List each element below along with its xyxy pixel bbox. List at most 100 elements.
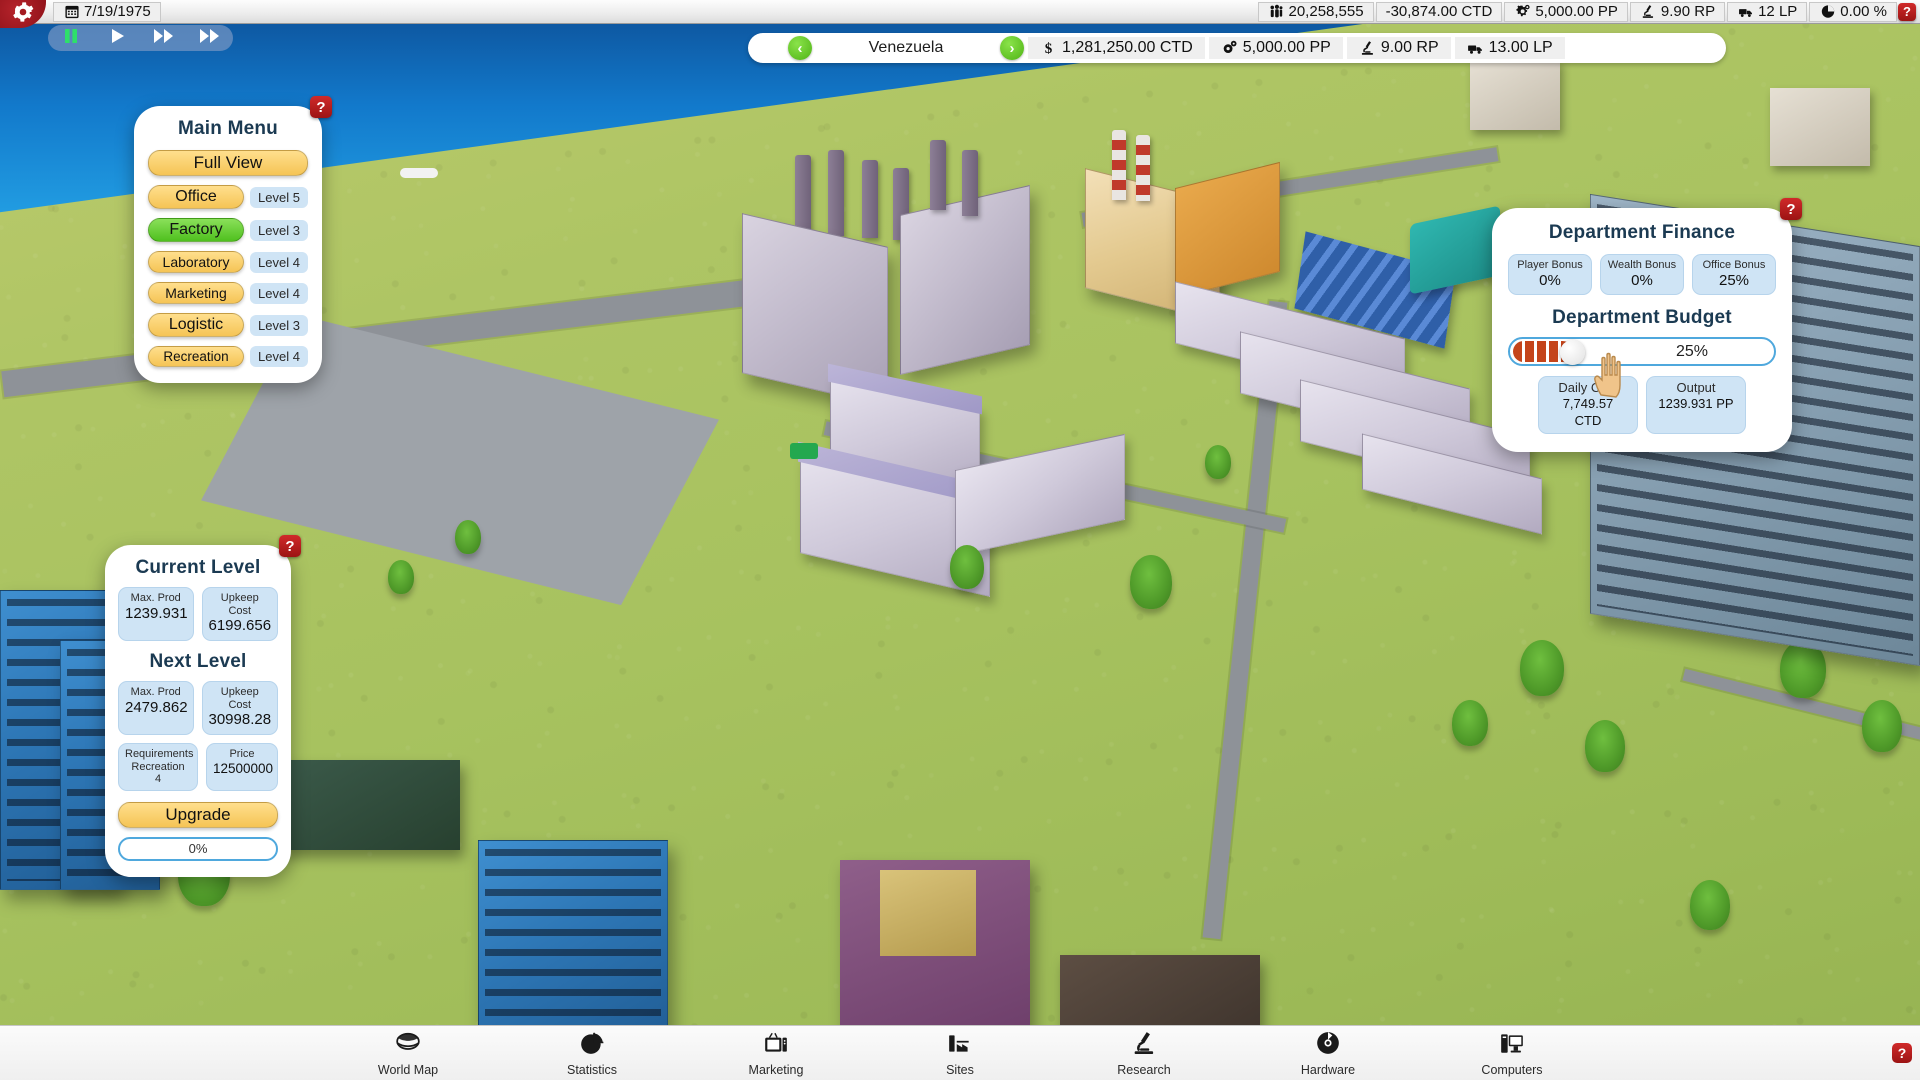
department-budget-title: Department Budget xyxy=(1552,307,1732,329)
topbar-help-button[interactable]: ? xyxy=(1898,2,1916,21)
tree xyxy=(1130,555,1172,609)
stat-current-max-prod: Max. Prod 1239.931 xyxy=(118,587,194,642)
stat-requirements: Requirements Recreation 4 xyxy=(118,743,198,791)
next-country-button[interactable]: › xyxy=(1000,36,1024,60)
microscope-icon xyxy=(1640,4,1657,20)
game-speed-controls xyxy=(48,25,233,51)
upgrade-button[interactable]: Upgrade xyxy=(118,801,278,828)
country-resource-bar: ‹ Venezuela › $ 1,281,250.00 CTD 5,000.0… xyxy=(748,33,1726,63)
play-icon xyxy=(108,27,126,50)
current-level-panel: ? Current Level Max. Prod 1239.931 Upkee… xyxy=(105,535,301,877)
department-button-office[interactable]: Office xyxy=(148,185,244,209)
game-screen: 7/19/1975 20,258,555 -30,874.00 CTD 5,00… xyxy=(0,0,1920,1080)
pie-icon xyxy=(1819,4,1836,20)
taskbar-item-marketing[interactable]: Marketing xyxy=(728,1030,824,1077)
country-lp: 13.00 LP xyxy=(1454,37,1565,59)
country-name: Venezuela xyxy=(868,39,944,56)
dollar-icon: $ xyxy=(1040,40,1057,56)
pp-value: 5,000.00 PP xyxy=(1535,3,1618,20)
stat-current-upkeep: Upkeep Cost 6199.656 xyxy=(201,587,278,642)
taskbar-help-button[interactable]: ? xyxy=(1892,1043,1912,1063)
ultra-fast-forward-icon xyxy=(199,27,221,50)
factory-chimney xyxy=(795,155,811,235)
bottom-taskbar: World Map Statistics Marketing Sites Res… xyxy=(0,1025,1920,1080)
stat-wealth-bonus: Wealth Bonus 0% xyxy=(1600,254,1684,296)
rp-value: 9.90 RP xyxy=(1660,3,1716,20)
fast-forward-button[interactable] xyxy=(147,27,181,49)
department-finance-help-button[interactable]: ? xyxy=(1780,198,1802,220)
department-budget-slider[interactable]: 25% xyxy=(1508,337,1776,367)
donut-sign xyxy=(880,870,976,956)
department-button-factory[interactable]: Factory xyxy=(148,218,244,242)
taskbar-item-computers[interactable]: Computers xyxy=(1464,1030,1560,1077)
department-finance-title: Department Finance xyxy=(1548,222,1736,243)
main-menu-title: Main Menu xyxy=(178,118,278,139)
stat-population: 20,258,555 xyxy=(1257,1,1374,22)
menu-row-factory: Factory Level 3 xyxy=(148,218,308,242)
country-cash: $ 1,281,250.00 CTD xyxy=(1028,37,1205,59)
stat-production-points: 5,000.00 PP xyxy=(1504,1,1628,22)
balance-value: -30,874.00 CTD xyxy=(1385,3,1493,20)
taskbar-item-hardware[interactable]: Hardware xyxy=(1280,1030,1376,1077)
taskbar-item-world-map[interactable]: World Map xyxy=(360,1030,456,1077)
tree xyxy=(1690,880,1730,930)
main-menu-help-button[interactable]: ? xyxy=(310,96,332,118)
play-button[interactable] xyxy=(100,27,134,49)
stat-player-bonus: Player Bonus 0% xyxy=(1508,254,1592,296)
ultra-fast-forward-button[interactable] xyxy=(193,27,227,49)
tree xyxy=(950,545,984,589)
budget-percent-value: 25% xyxy=(1675,342,1709,360)
previous-country-button[interactable]: ‹ xyxy=(788,36,812,60)
stat-label: Max. Prod xyxy=(130,686,181,699)
top-status-bar: 7/19/1975 20,258,555 -30,874.00 CTD 5,00… xyxy=(0,0,1920,24)
stat-label: Daily Cost xyxy=(1558,380,1618,396)
taskbar-item-statistics[interactable]: Statistics xyxy=(544,1030,640,1077)
slider-knob[interactable] xyxy=(1560,340,1585,366)
stat-label: Player Bonus xyxy=(1517,259,1583,271)
full-view-button[interactable]: Full View xyxy=(148,150,308,176)
upgrade-progress-bar: 0% xyxy=(118,836,278,861)
stat-label: Office Bonus xyxy=(1702,259,1766,271)
department-button-marketing[interactable]: Marketing xyxy=(148,282,244,304)
calendar-icon xyxy=(63,4,80,20)
stat-next-upkeep: Upkeep Cost 30998.28 xyxy=(201,681,278,736)
country-pp-value: 5,000.00 PP xyxy=(1242,39,1331,56)
factory-chimney xyxy=(862,160,878,238)
hardware-disc-icon xyxy=(1315,1030,1341,1061)
department-button-logistic[interactable]: Logistic xyxy=(148,313,244,337)
taskbar-item-research[interactable]: Research xyxy=(1096,1030,1192,1077)
taskbar-item-sites[interactable]: Sites xyxy=(912,1030,1008,1077)
pause-button[interactable] xyxy=(54,27,88,49)
date-display: 7/19/1975 xyxy=(53,1,161,22)
menu-row-recreation: Recreation Level 4 xyxy=(148,346,308,367)
boat xyxy=(400,168,438,178)
stat-label: Price xyxy=(229,748,255,761)
market-share-value: 0.00 % xyxy=(1840,3,1887,20)
population-value: 20,258,555 xyxy=(1288,3,1364,20)
department-button-recreation[interactable]: Recreation xyxy=(148,346,244,367)
stat-value: 2479.862 xyxy=(125,698,188,716)
factory-chimney xyxy=(828,150,844,236)
department-button-laboratory[interactable]: Laboratory xyxy=(148,251,244,273)
country-lp-value: 13.00 LP xyxy=(1488,39,1553,56)
house-distant xyxy=(1770,88,1870,166)
stat-value: 1239.931 PP xyxy=(1658,396,1734,412)
window-grid xyxy=(485,849,661,1041)
menu-row-office: Office Level 5 xyxy=(148,185,308,209)
gears-icon xyxy=(1514,4,1531,20)
stat-market-share: 0.00 % xyxy=(1809,1,1897,22)
department-level-laboratory: Level 4 xyxy=(250,251,308,273)
stat-value: 1239.931 xyxy=(125,604,188,622)
gears-icon xyxy=(1221,40,1238,56)
fast-forward-icon xyxy=(153,27,175,50)
factory-chimney xyxy=(930,140,946,210)
stat-value: 7,749.57 CTD xyxy=(1562,396,1614,428)
smokestack-striped xyxy=(1112,130,1126,200)
pause-icon xyxy=(62,27,80,50)
country-rp: 9.00 RP xyxy=(1346,37,1451,59)
stat-value: 30998.28 xyxy=(208,711,272,729)
next-level-title: Next Level xyxy=(149,651,247,673)
computers-icon xyxy=(1499,1030,1525,1061)
current-level-help-button[interactable]: ? xyxy=(279,535,301,557)
department-level-office: Level 5 xyxy=(250,186,308,208)
